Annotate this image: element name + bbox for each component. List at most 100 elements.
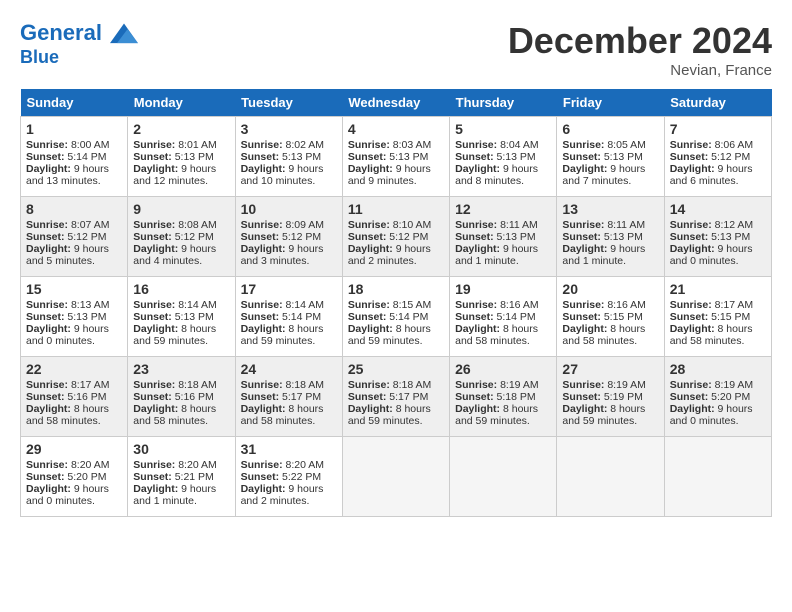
sunset-value: 5:13 PM [711,231,750,243]
sunset-label: Sunset: [670,391,711,403]
sunrise-value: 8:02 AM [286,139,325,151]
daylight-label: Daylight: [670,243,718,255]
sunrise-label: Sunrise: [348,379,393,391]
calendar-cell [450,437,557,517]
calendar-cell: 2Sunrise: 8:01 AMSunset: 5:13 PMDaylight… [128,117,235,197]
daylight-label: Daylight: [562,163,610,175]
day-number: 19 [455,281,551,297]
sunset-value: 5:13 PM [282,151,321,163]
sunrise-label: Sunrise: [455,219,500,231]
sunset-value: 5:14 PM [389,311,428,323]
week-row-4: 22Sunrise: 8:17 AMSunset: 5:16 PMDayligh… [21,357,772,437]
sunrise-value: 8:07 AM [71,219,110,231]
calendar-cell [342,437,449,517]
calendar-cell: 24Sunrise: 8:18 AMSunset: 5:17 PMDayligh… [235,357,342,437]
sunset-value: 5:15 PM [604,311,643,323]
sunset-label: Sunset: [26,471,67,483]
calendar-cell: 20Sunrise: 8:16 AMSunset: 5:15 PMDayligh… [557,277,664,357]
calendar-cell: 6Sunrise: 8:05 AMSunset: 5:13 PMDaylight… [557,117,664,197]
day-number: 8 [26,201,122,217]
sunset-value: 5:12 PM [282,231,321,243]
daylight-label: Daylight: [562,403,610,415]
daylight-label: Daylight: [241,483,289,495]
sunset-label: Sunset: [241,471,282,483]
calendar-cell: 13Sunrise: 8:11 AMSunset: 5:13 PMDayligh… [557,197,664,277]
logo-text: General [20,20,138,48]
sunrise-value: 8:18 AM [393,379,432,391]
sunset-label: Sunset: [455,391,496,403]
calendar-cell: 29Sunrise: 8:20 AMSunset: 5:20 PMDayligh… [21,437,128,517]
sunset-value: 5:22 PM [282,471,321,483]
sunset-label: Sunset: [348,231,389,243]
day-header-friday: Friday [557,89,664,117]
sunrise-label: Sunrise: [455,299,500,311]
sunset-label: Sunset: [348,391,389,403]
sunrise-label: Sunrise: [562,379,607,391]
sunset-label: Sunset: [133,151,174,163]
calendar-cell: 26Sunrise: 8:19 AMSunset: 5:18 PMDayligh… [450,357,557,437]
sunrise-label: Sunrise: [26,139,71,151]
calendar-cell: 12Sunrise: 8:11 AMSunset: 5:13 PMDayligh… [450,197,557,277]
day-number: 20 [562,281,658,297]
sunset-value: 5:13 PM [389,151,428,163]
sunrise-value: 8:20 AM [178,459,217,471]
sunset-value: 5:21 PM [175,471,214,483]
day-number: 11 [348,201,444,217]
week-row-5: 29Sunrise: 8:20 AMSunset: 5:20 PMDayligh… [21,437,772,517]
sunset-value: 5:12 PM [389,231,428,243]
sunrise-value: 8:18 AM [178,379,217,391]
sunrise-value: 8:19 AM [607,379,646,391]
sunrise-label: Sunrise: [133,139,178,151]
daylight-label: Daylight: [348,403,396,415]
daylight-label: Daylight: [241,243,289,255]
sunset-value: 5:13 PM [67,311,106,323]
sunrise-value: 8:04 AM [500,139,539,151]
day-number: 23 [133,361,229,377]
sunset-label: Sunset: [241,231,282,243]
calendar-cell: 17Sunrise: 8:14 AMSunset: 5:14 PMDayligh… [235,277,342,357]
day-number: 28 [670,361,766,377]
sunrise-label: Sunrise: [455,379,500,391]
daylight-label: Daylight: [26,163,74,175]
sunrise-label: Sunrise: [348,139,393,151]
calendar-cell: 8Sunrise: 8:07 AMSunset: 5:12 PMDaylight… [21,197,128,277]
calendar-cell: 30Sunrise: 8:20 AMSunset: 5:21 PMDayligh… [128,437,235,517]
sunset-label: Sunset: [670,311,711,323]
daylight-label: Daylight: [241,163,289,175]
day-number: 9 [133,201,229,217]
sunset-label: Sunset: [670,151,711,163]
sunrise-value: 8:11 AM [500,219,538,231]
sunrise-label: Sunrise: [133,379,178,391]
sunrise-label: Sunrise: [348,299,393,311]
sunrise-label: Sunrise: [562,299,607,311]
sunset-label: Sunset: [133,311,174,323]
day-number: 31 [241,441,337,457]
sunrise-value: 8:12 AM [715,219,754,231]
daylight-label: Daylight: [133,243,181,255]
daylight-label: Daylight: [26,483,74,495]
daylight-label: Daylight: [241,403,289,415]
daylight-label: Daylight: [455,403,503,415]
day-number: 25 [348,361,444,377]
day-number: 30 [133,441,229,457]
day-number: 1 [26,121,122,137]
sunrise-label: Sunrise: [241,459,286,471]
sunrise-label: Sunrise: [26,299,71,311]
calendar-cell: 21Sunrise: 8:17 AMSunset: 5:15 PMDayligh… [664,277,771,357]
sunset-label: Sunset: [241,151,282,163]
sunrise-label: Sunrise: [133,219,178,231]
page-header: General Blue December 2024 Nevian, Franc… [20,20,772,79]
sunrise-label: Sunrise: [26,219,71,231]
sunrise-value: 8:08 AM [178,219,217,231]
day-header-monday: Monday [128,89,235,117]
sunset-value: 5:20 PM [67,471,106,483]
day-header-saturday: Saturday [664,89,771,117]
sunrise-value: 8:20 AM [286,459,325,471]
daylight-label: Daylight: [133,163,181,175]
sunset-value: 5:18 PM [497,391,536,403]
week-row-1: 1Sunrise: 8:00 AMSunset: 5:14 PMDaylight… [21,117,772,197]
daylight-label: Daylight: [562,323,610,335]
sunrise-value: 8:13 AM [71,299,110,311]
day-number: 26 [455,361,551,377]
sunrise-value: 8:03 AM [393,139,432,151]
